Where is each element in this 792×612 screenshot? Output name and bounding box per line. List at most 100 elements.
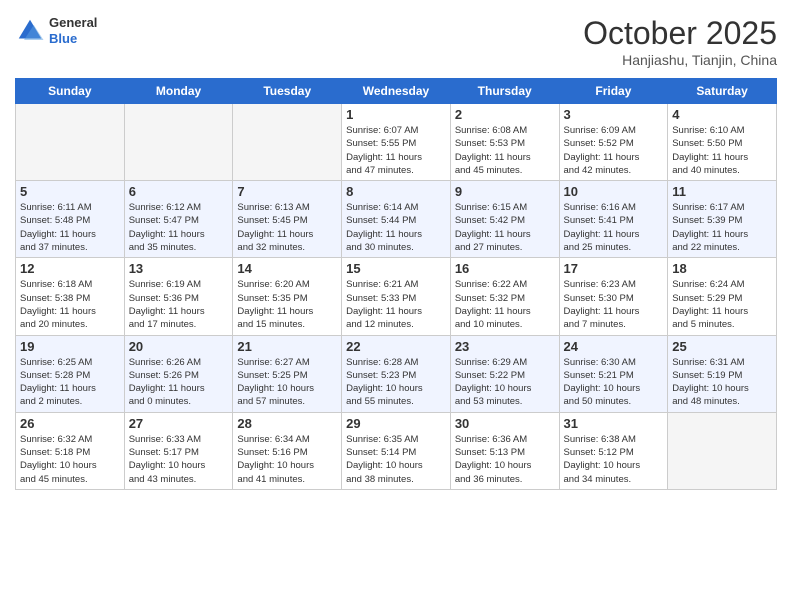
- day-info: Sunrise: 6:16 AM Sunset: 5:41 PM Dayligh…: [564, 201, 664, 254]
- logo: General Blue: [15, 15, 97, 46]
- day-info: Sunrise: 6:23 AM Sunset: 5:30 PM Dayligh…: [564, 278, 664, 331]
- day-number: 27: [129, 416, 229, 431]
- calendar-cell: 23Sunrise: 6:29 AM Sunset: 5:22 PM Dayli…: [450, 335, 559, 412]
- calendar-week-row: 26Sunrise: 6:32 AM Sunset: 5:18 PM Dayli…: [16, 412, 777, 489]
- calendar-cell: 11 Sunrise: 6:17 AM Sunset: 5:39 PM Dayli…: [668, 181, 777, 258]
- calendar-cell: [668, 412, 777, 489]
- calendar-cell: 9Sunrise: 6:15 AM Sunset: 5:42 PM Daylig…: [450, 181, 559, 258]
- day-number: 11: [672, 184, 772, 199]
- day-info: Sunrise: 6:30 AM Sunset: 5:21 PM Dayligh…: [564, 356, 664, 409]
- calendar-cell: 21Sunrise: 6:27 AM Sunset: 5:25 PM Dayli…: [233, 335, 342, 412]
- logo-general: General: [49, 15, 97, 31]
- day-number: 18: [672, 261, 772, 276]
- day-number: 24: [564, 339, 664, 354]
- calendar-cell: 7 Sunrise: 6:13 AM Sunset: 5:45 PM Daylig…: [233, 181, 342, 258]
- weekday-header-wednesday: Wednesday: [342, 79, 451, 104]
- day-info: Sunrise: 6:17 AM Sunset: 5:39 PM Dayligh…: [672, 201, 772, 254]
- calendar-cell: 18 Sunrise: 6:24 AM Sunset: 5:29 PM Dayli…: [668, 258, 777, 335]
- day-info: Sunrise: 6:31 AM Sunset: 5:19 PM Dayligh…: [672, 356, 772, 409]
- day-number: 25: [672, 339, 772, 354]
- page-header: General Blue October 2025 Hanjiashu, Tia…: [15, 15, 777, 68]
- title-block: October 2025 Hanjiashu, Tianjin, China: [583, 15, 777, 68]
- day-info: Sunrise: 6:13 AM Sunset: 5:45 PM Dayligh…: [237, 201, 337, 254]
- calendar-cell: 30 Sunrise: 6:36 AM Sunset: 5:13 PM Dayli…: [450, 412, 559, 489]
- day-number: 6: [129, 184, 229, 199]
- day-number: 12: [20, 261, 120, 276]
- calendar-cell: 15 Sunrise: 6:21 AM Sunset: 5:33 PM Dayli…: [342, 258, 451, 335]
- day-info: Sunrise: 6:32 AM Sunset: 5:18 PM Dayligh…: [20, 433, 120, 486]
- day-number: 20: [129, 339, 229, 354]
- day-number: 30: [455, 416, 555, 431]
- day-info: Sunrise: 6:25 AM Sunset: 5:28 PM Dayligh…: [20, 356, 120, 409]
- calendar-cell: 27 Sunrise: 6:33 AM Sunset: 5:17 PM Dayli…: [124, 412, 233, 489]
- calendar-cell: 8 Sunrise: 6:14 AM Sunset: 5:44 PM Daylig…: [342, 181, 451, 258]
- day-number: 15: [346, 261, 446, 276]
- day-info: Sunrise: 6:35 AM Sunset: 5:14 PM Dayligh…: [346, 433, 446, 486]
- day-number: 17: [564, 261, 664, 276]
- day-info: Sunrise: 6:36 AM Sunset: 5:13 PM Dayligh…: [455, 433, 555, 486]
- day-info: Sunrise: 6:07 AM Sunset: 5:55 PM Dayligh…: [346, 124, 446, 177]
- day-info: Sunrise: 6:09 AM Sunset: 5:52 PM Dayligh…: [564, 124, 664, 177]
- day-number: 2: [455, 107, 555, 122]
- calendar-cell: 29 Sunrise: 6:35 AM Sunset: 5:14 PM Dayli…: [342, 412, 451, 489]
- calendar-cell: [124, 104, 233, 181]
- calendar-cell: 14Sunrise: 6:20 AM Sunset: 5:35 PM Dayli…: [233, 258, 342, 335]
- calendar-week-row: 5 Sunrise: 6:11 AM Sunset: 5:48 PM Daylig…: [16, 181, 777, 258]
- calendar-cell: 13Sunrise: 6:19 AM Sunset: 5:36 PM Dayli…: [124, 258, 233, 335]
- day-info: Sunrise: 6:33 AM Sunset: 5:17 PM Dayligh…: [129, 433, 229, 486]
- calendar-cell: 26Sunrise: 6:32 AM Sunset: 5:18 PM Dayli…: [16, 412, 125, 489]
- day-number: 4: [672, 107, 772, 122]
- calendar-cell: [16, 104, 125, 181]
- day-info: Sunrise: 6:10 AM Sunset: 5:50 PM Dayligh…: [672, 124, 772, 177]
- calendar-cell: 5 Sunrise: 6:11 AM Sunset: 5:48 PM Daylig…: [16, 181, 125, 258]
- calendar: SundayMondayTuesdayWednesdayThursdayFrid…: [15, 78, 777, 490]
- calendar-cell: 12 Sunrise: 6:18 AM Sunset: 5:38 PM Dayli…: [16, 258, 125, 335]
- calendar-cell: 20 Sunrise: 6:26 AM Sunset: 5:26 PM Dayli…: [124, 335, 233, 412]
- calendar-cell: [233, 104, 342, 181]
- weekday-header-thursday: Thursday: [450, 79, 559, 104]
- day-number: 8: [346, 184, 446, 199]
- day-info: Sunrise: 6:24 AM Sunset: 5:29 PM Dayligh…: [672, 278, 772, 331]
- weekday-header-saturday: Saturday: [668, 79, 777, 104]
- day-number: 31: [564, 416, 664, 431]
- calendar-cell: 17 Sunrise: 6:23 AM Sunset: 5:30 PM Dayli…: [559, 258, 668, 335]
- day-number: 1: [346, 107, 446, 122]
- day-info: Sunrise: 6:21 AM Sunset: 5:33 PM Dayligh…: [346, 278, 446, 331]
- day-number: 3: [564, 107, 664, 122]
- day-info: Sunrise: 6:27 AM Sunset: 5:25 PM Dayligh…: [237, 356, 337, 409]
- day-number: 22: [346, 339, 446, 354]
- calendar-cell: 10 Sunrise: 6:16 AM Sunset: 5:41 PM Dayli…: [559, 181, 668, 258]
- day-number: 29: [346, 416, 446, 431]
- day-info: Sunrise: 6:18 AM Sunset: 5:38 PM Dayligh…: [20, 278, 120, 331]
- day-number: 10: [564, 184, 664, 199]
- day-info: Sunrise: 6:11 AM Sunset: 5:48 PM Dayligh…: [20, 201, 120, 254]
- day-info: Sunrise: 6:14 AM Sunset: 5:44 PM Dayligh…: [346, 201, 446, 254]
- location: Hanjiashu, Tianjin, China: [583, 52, 777, 68]
- day-number: 19: [20, 339, 120, 354]
- weekday-header-friday: Friday: [559, 79, 668, 104]
- logo-text: General Blue: [49, 15, 97, 46]
- weekday-header-monday: Monday: [124, 79, 233, 104]
- day-info: Sunrise: 6:08 AM Sunset: 5:53 PM Dayligh…: [455, 124, 555, 177]
- day-number: 5: [20, 184, 120, 199]
- weekday-header-tuesday: Tuesday: [233, 79, 342, 104]
- day-number: 28: [237, 416, 337, 431]
- day-number: 16: [455, 261, 555, 276]
- calendar-cell: 28Sunrise: 6:34 AM Sunset: 5:16 PM Dayli…: [233, 412, 342, 489]
- day-info: Sunrise: 6:12 AM Sunset: 5:47 PM Dayligh…: [129, 201, 229, 254]
- calendar-cell: 25 Sunrise: 6:31 AM Sunset: 5:19 PM Dayli…: [668, 335, 777, 412]
- day-number: 23: [455, 339, 555, 354]
- day-info: Sunrise: 6:28 AM Sunset: 5:23 PM Dayligh…: [346, 356, 446, 409]
- logo-icon: [15, 16, 45, 46]
- day-number: 14: [237, 261, 337, 276]
- day-info: Sunrise: 6:26 AM Sunset: 5:26 PM Dayligh…: [129, 356, 229, 409]
- calendar-cell: 22 Sunrise: 6:28 AM Sunset: 5:23 PM Dayli…: [342, 335, 451, 412]
- weekday-header-row: SundayMondayTuesdayWednesdayThursdayFrid…: [16, 79, 777, 104]
- calendar-cell: 24 Sunrise: 6:30 AM Sunset: 5:21 PM Dayli…: [559, 335, 668, 412]
- calendar-cell: 4 Sunrise: 6:10 AM Sunset: 5:50 PM Daylig…: [668, 104, 777, 181]
- day-number: 13: [129, 261, 229, 276]
- calendar-cell: 31Sunrise: 6:38 AM Sunset: 5:12 PM Dayli…: [559, 412, 668, 489]
- calendar-week-row: 19 Sunrise: 6:25 AM Sunset: 5:28 PM Dayli…: [16, 335, 777, 412]
- month-title: October 2025: [583, 15, 777, 52]
- day-number: 7: [237, 184, 337, 199]
